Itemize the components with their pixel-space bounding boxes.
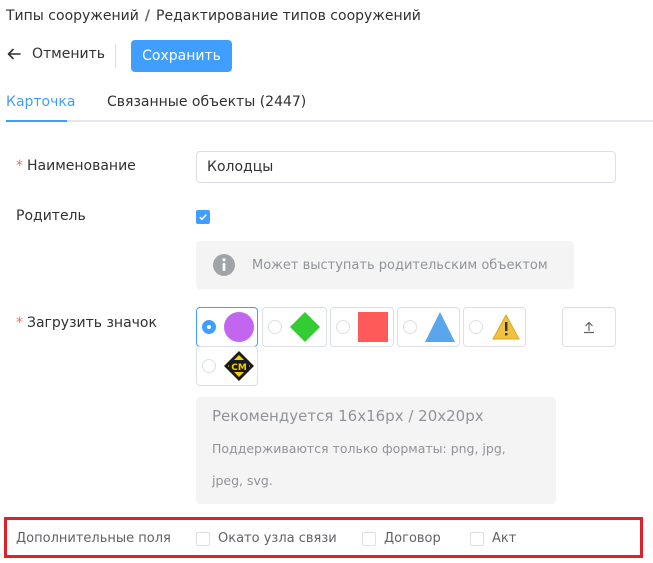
breadcrumb-current: Редактирование типов сооружений xyxy=(156,8,421,24)
extra-field-act[interactable]: Акт xyxy=(470,531,516,546)
contract-checkbox[interactable] xyxy=(362,531,376,546)
icon-option-5[interactable] xyxy=(463,307,526,347)
purple-circle-icon xyxy=(223,311,255,343)
contract-label: Договор xyxy=(384,531,441,546)
parent-checkbox[interactable] xyxy=(196,210,210,224)
cancel-label: Отменить xyxy=(32,46,106,62)
icon-option-3[interactable] xyxy=(330,307,394,347)
warning-triangle-icon xyxy=(490,311,522,343)
tab-related-objects[interactable]: Связанные объекты (2447) xyxy=(107,94,306,110)
extra-field-okato[interactable]: Окато узла связи xyxy=(196,531,337,546)
icon-hint-box: Рекомендуется 16x16px / 20x20px Поддержи… xyxy=(196,397,556,504)
okato-label: Окато узла связи xyxy=(218,531,337,546)
arrow-left-icon xyxy=(7,48,21,60)
check-icon xyxy=(199,214,207,221)
info-icon xyxy=(213,254,235,276)
hint-text: Поддерживаются только форматы: png, jpg,… xyxy=(212,441,506,488)
act-label: Акт xyxy=(492,531,517,546)
breadcrumb-parent[interactable]: Типы сооружений xyxy=(6,8,139,24)
cancel-button[interactable]: Отменить xyxy=(6,46,105,62)
save-button[interactable]: Сохранить xyxy=(131,40,232,72)
red-square-icon xyxy=(357,311,389,343)
breadcrumb: Типы сооружений / Редактирование типов соо… xyxy=(6,8,421,24)
icon-option-4[interactable] xyxy=(397,307,460,347)
icon-option-2[interactable] xyxy=(262,307,327,347)
okato-checkbox[interactable] xyxy=(196,531,210,546)
icon-option-6[interactable]: CM xyxy=(196,346,258,386)
icon-radio[interactable] xyxy=(336,320,350,334)
icon-radio[interactable] xyxy=(469,320,483,334)
blue-triangle-icon xyxy=(424,311,456,343)
cm-sign-icon: CM xyxy=(223,350,255,382)
parent-field-label: Родитель xyxy=(16,208,86,224)
green-diamond-icon xyxy=(289,311,321,343)
act-checkbox[interactable] xyxy=(470,531,484,546)
required-mark: * xyxy=(16,158,23,174)
upload-button[interactable] xyxy=(562,307,616,347)
info-text: Может выступать родительским объектом xyxy=(252,257,548,273)
tab-card[interactable]: Карточка xyxy=(6,94,75,110)
toolbar-divider xyxy=(115,44,116,68)
upload-icon xyxy=(584,321,594,334)
icon-option-1[interactable] xyxy=(196,307,258,347)
svg-text:CM: CM xyxy=(231,363,247,373)
icon-label-text: Загрузить значок xyxy=(27,315,157,331)
icon-field-label: * Загрузить значок xyxy=(16,315,157,331)
tab-bar: Карточка Связанные объекты (2447) xyxy=(6,82,653,122)
hint-title: Рекомендуется 16x16px / 20x20px xyxy=(212,407,484,425)
extra-field-contract[interactable]: Договор xyxy=(362,531,441,546)
extra-fields-label: Дополнительные поля xyxy=(16,531,171,546)
name-field-label: * Наименование xyxy=(16,158,136,174)
breadcrumb-separator: / xyxy=(144,8,151,24)
tab-active-indicator xyxy=(6,120,67,122)
icon-radio[interactable] xyxy=(268,320,282,334)
icon-radio[interactable] xyxy=(403,320,417,334)
required-mark: * xyxy=(16,315,23,331)
parent-info-alert: Может выступать родительским объектом xyxy=(196,241,574,289)
icon-radio[interactable] xyxy=(202,320,216,334)
icon-radio[interactable] xyxy=(202,359,216,373)
name-input[interactable] xyxy=(196,151,616,183)
name-label-text: Наименование xyxy=(27,158,136,174)
